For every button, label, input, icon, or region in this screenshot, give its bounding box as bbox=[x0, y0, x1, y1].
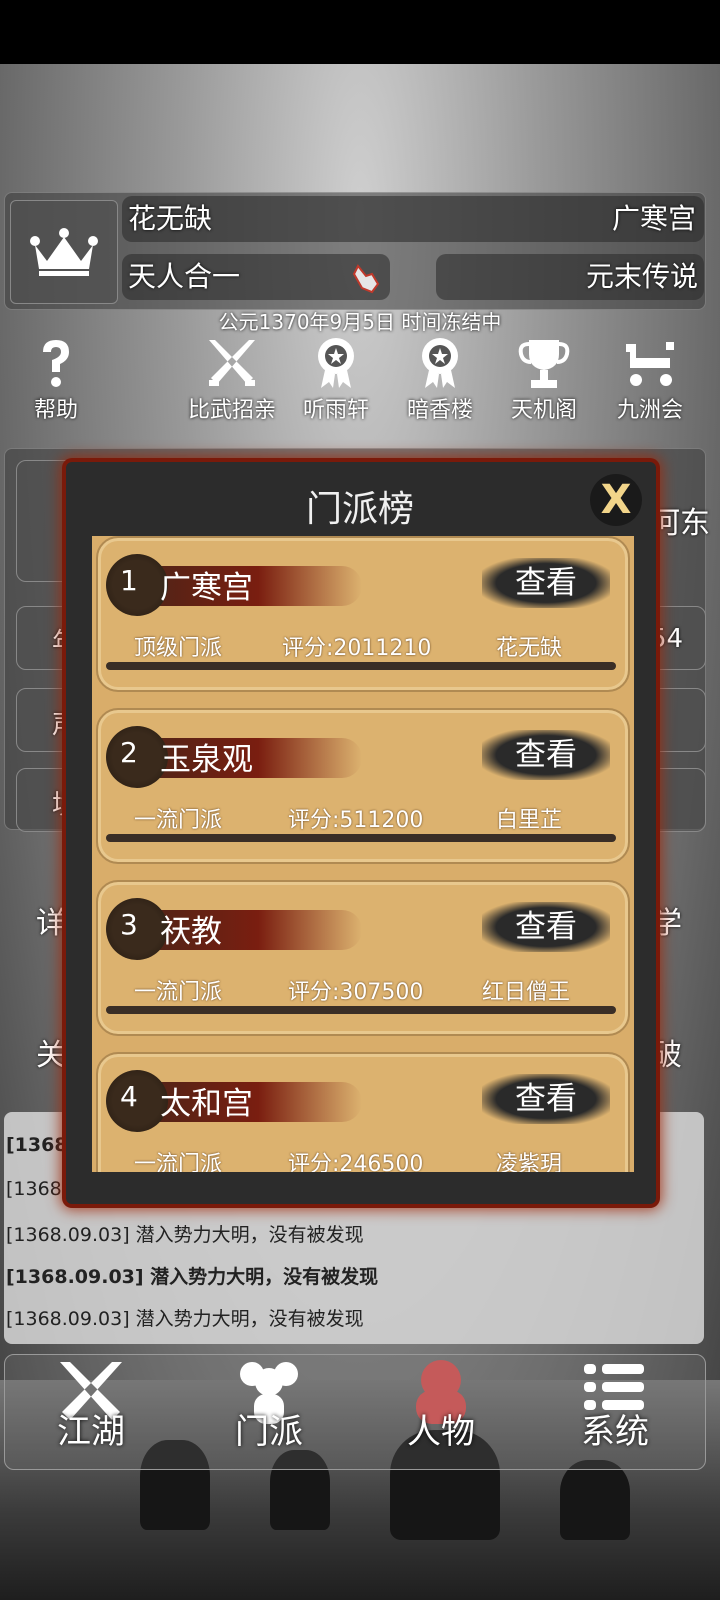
nav-character[interactable]: 人物 bbox=[366, 1360, 516, 1453]
action-label[interactable]: 详 bbox=[36, 898, 66, 942]
sect-score: 评分:511200 bbox=[288, 808, 424, 833]
close-icon: X bbox=[600, 477, 632, 523]
menu-duel[interactable]: 比武招亲 bbox=[182, 336, 282, 424]
menu-anxiang[interactable]: 暗香楼 bbox=[390, 336, 490, 424]
realm-field[interactable]: 天人合一 bbox=[122, 254, 390, 300]
menu-label: 帮助 bbox=[33, 398, 78, 423]
nav-system[interactable]: 系统 bbox=[540, 1360, 690, 1453]
view-button[interactable]: 查看 bbox=[482, 558, 610, 608]
menu-help[interactable]: 帮助 bbox=[6, 336, 106, 424]
divider bbox=[106, 1006, 616, 1014]
game-date: 公元1370年9月5日 时间冻结中 bbox=[218, 310, 502, 334]
medal-icon bbox=[318, 338, 354, 388]
sect-tier: 顶级门派 bbox=[134, 636, 223, 661]
rider-silhouette bbox=[560, 1460, 630, 1540]
sect-ranking-list[interactable]: 1 广寒宫 查看 顶级门派 评分:2011210 花无缺 2 玉泉观 查看 一流… bbox=[92, 536, 634, 1172]
player-name: 花无缺 bbox=[128, 202, 213, 235]
rank-number: 2 bbox=[120, 736, 138, 769]
sect-tier: 一流门派 bbox=[134, 980, 223, 1005]
sect-score: 评分:307500 bbox=[288, 980, 424, 1005]
sect-name: 玉泉观 bbox=[160, 742, 253, 778]
menu-label: 暗香楼 bbox=[406, 398, 473, 423]
list-item: 4 太和宫 查看 一流门派 评分:246500 凌紫玥 bbox=[96, 1052, 630, 1172]
player-realm: 天人合一 bbox=[128, 260, 241, 293]
view-button[interactable]: 查看 bbox=[482, 902, 610, 952]
nav-label: 系统 bbox=[581, 1412, 649, 1452]
trophy-icon bbox=[518, 340, 570, 388]
log-line: [1368.09.03] 潜入势力大明，没有被发现 bbox=[6, 1266, 379, 1288]
cart-icon bbox=[626, 342, 674, 386]
divider bbox=[106, 834, 616, 842]
nav-jianghu[interactable]: 江湖 bbox=[16, 1360, 166, 1453]
menu-jiuzhou[interactable]: 九洲会 bbox=[600, 336, 700, 424]
crown-icon bbox=[30, 228, 98, 276]
list-item: 1 广寒宫 查看 顶级门派 评分:2011210 花无缺 bbox=[96, 536, 630, 692]
sect-leader: 花无缺 bbox=[496, 636, 563, 661]
sect-tier: 一流门派 bbox=[134, 808, 223, 833]
close-button[interactable]: X bbox=[590, 474, 642, 526]
avatar[interactable] bbox=[10, 200, 118, 304]
sect-tier: 一流门派 bbox=[134, 1152, 223, 1172]
nav-label: 人物 bbox=[407, 1412, 475, 1452]
menu-tianji[interactable]: 天机阁 bbox=[494, 336, 594, 424]
action-label[interactable]: 关 bbox=[36, 1030, 66, 1074]
player-name-field: 花无缺 广寒宫 bbox=[122, 196, 704, 242]
medal-icon bbox=[422, 338, 458, 388]
rank-number: 4 bbox=[120, 1080, 138, 1113]
divider bbox=[106, 662, 616, 670]
log-line: [1368.09.03] 潜入势力大明，没有被发现 bbox=[6, 1308, 364, 1330]
rank-number: 1 bbox=[120, 564, 138, 597]
hand-pointer-icon bbox=[352, 264, 380, 294]
crossed-swords-icon bbox=[209, 340, 255, 386]
player-era: 元末传说 bbox=[585, 260, 698, 293]
sect-score: 评分:2011210 bbox=[282, 636, 432, 661]
log-line: [1368.09.03] 潜入势力大明，没有被发现 bbox=[6, 1224, 364, 1246]
sect-name: 太和宫 bbox=[160, 1086, 253, 1122]
nav-sect[interactable]: 门派 bbox=[194, 1360, 344, 1453]
question-icon bbox=[43, 340, 69, 387]
sect-score: 评分:246500 bbox=[288, 1152, 424, 1172]
list-item: 2 玉泉观 查看 一流门派 评分:511200 白里芷 bbox=[96, 708, 630, 864]
player-sect: 广寒宫 bbox=[611, 202, 696, 235]
view-button[interactable]: 查看 bbox=[482, 1074, 610, 1124]
action-label[interactable]: 破 bbox=[652, 1030, 682, 1074]
action-label[interactable]: 学 bbox=[652, 898, 682, 942]
menu-label: 九洲会 bbox=[616, 398, 683, 423]
nav-label: 江湖 bbox=[57, 1412, 125, 1452]
menu-tingyu[interactable]: 听雨轩 bbox=[286, 336, 386, 424]
sect-leader: 白里芷 bbox=[496, 808, 563, 833]
menu-label: 听雨轩 bbox=[302, 398, 369, 423]
sect-name: 广寒宫 bbox=[160, 570, 253, 606]
sect-leader: 凌紫玥 bbox=[496, 1152, 563, 1172]
sect-name: 祆教 bbox=[160, 914, 222, 950]
nav-label: 门派 bbox=[235, 1412, 303, 1452]
menu-label: 比武招亲 bbox=[187, 398, 276, 423]
view-button[interactable]: 查看 bbox=[482, 730, 610, 780]
era-field: 元末传说 bbox=[436, 254, 704, 300]
rank-number: 3 bbox=[120, 908, 138, 941]
list-item: 3 祆教 查看 一流门派 评分:307500 红日僧王 bbox=[96, 880, 630, 1036]
sect-leader: 红日僧王 bbox=[482, 980, 571, 1005]
menu-label: 天机阁 bbox=[510, 398, 577, 423]
